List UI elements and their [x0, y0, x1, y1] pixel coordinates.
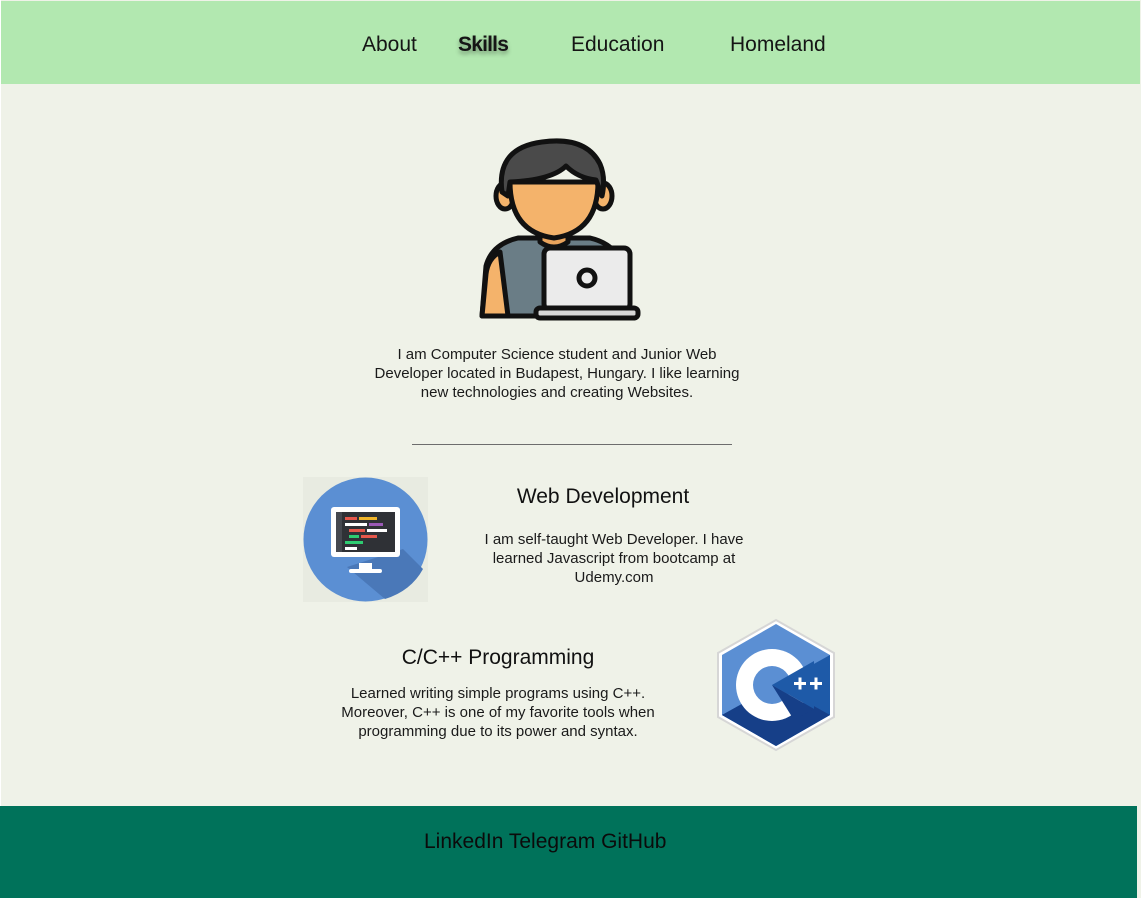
developer-with-laptop-icon — [479, 138, 641, 321]
section-divider — [412, 444, 732, 445]
skill-text-web-development: I am self-taught Web Developer. I have l… — [484, 531, 744, 586]
skill-text-cpp: Learned writing simple programs using C+… — [341, 685, 655, 740]
nav-homeland[interactable]: Homeland — [730, 33, 826, 57]
nav-education[interactable]: Education — [571, 33, 664, 57]
nav-about[interactable]: About — [362, 33, 417, 57]
intro-text: I am Computer Science student and Junior… — [374, 346, 740, 401]
cpp-logo-icon — [717, 618, 835, 752]
footer-link-github[interactable]: GitHub — [601, 830, 666, 853]
top-navigation: About Skills Education Homeland — [1, 1, 1140, 84]
skill-title-cpp: C/C++ Programming — [401, 646, 595, 669]
footer-link-linkedin[interactable]: LinkedIn — [424, 830, 503, 853]
footer-links: LinkedIn Telegram GitHub — [424, 830, 666, 854]
skill-title-web-development: Web Development — [516, 485, 690, 508]
monitor-code-icon — [303, 477, 428, 602]
nav-skills[interactable]: Skills — [458, 33, 509, 57]
footer-link-telegram[interactable]: Telegram — [509, 830, 595, 853]
